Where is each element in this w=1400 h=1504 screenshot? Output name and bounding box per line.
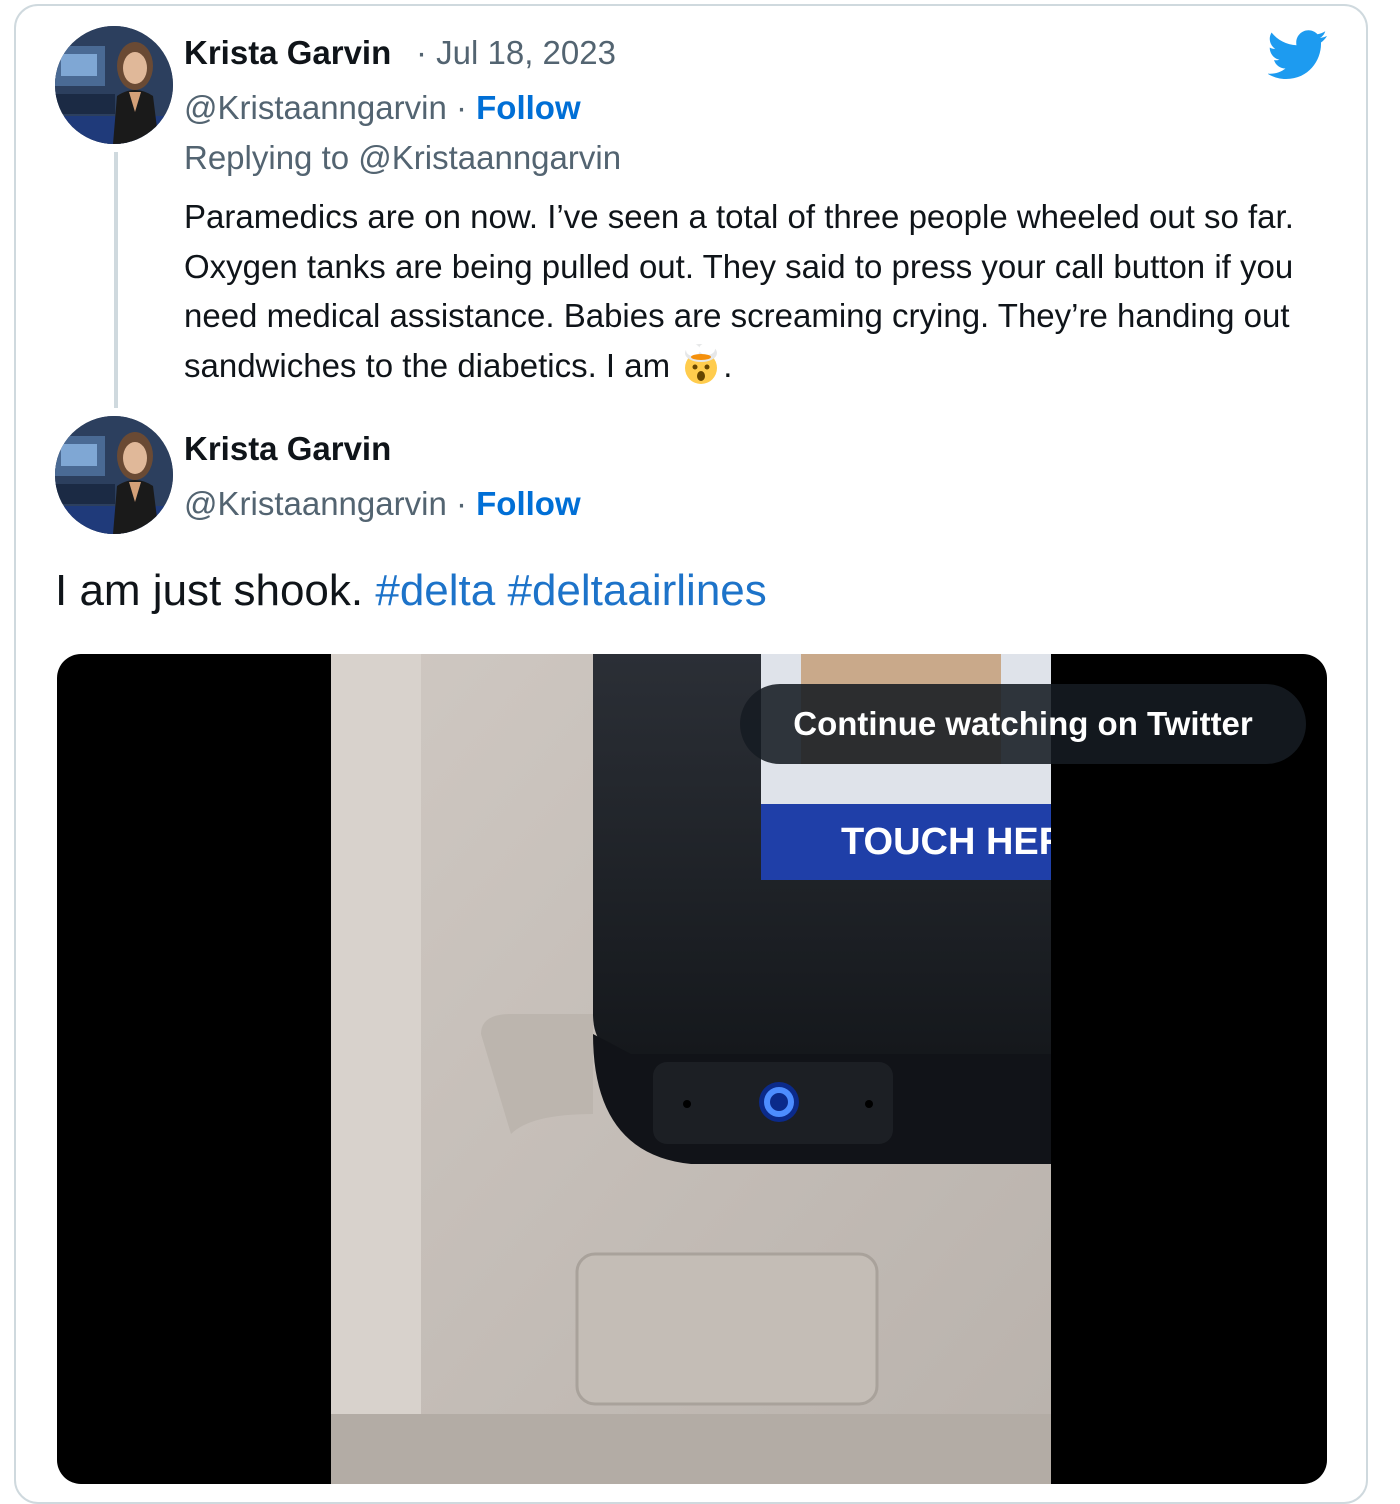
- avatar-photo: [55, 26, 173, 144]
- author-name[interactable]: Krista Garvin: [184, 430, 391, 468]
- avatar[interactable]: [55, 26, 173, 144]
- author-name[interactable]: Krista Garvin: [184, 34, 391, 72]
- hashtag-link[interactable]: #deltaairlines: [507, 566, 766, 615]
- separator-dot: ·: [455, 485, 467, 522]
- avatar-photo: [55, 416, 173, 534]
- tweet-text: Paramedics are on now. I’ve seen a total…: [184, 192, 1334, 390]
- tweet-text: I am just shook. #delta #deltaairlines: [55, 566, 767, 616]
- hashtag-link[interactable]: #delta: [375, 566, 495, 615]
- twitter-bird-icon[interactable]: [1268, 30, 1328, 80]
- author-handle-row: @Kristaanngarvin · Follow: [184, 485, 581, 523]
- author-handle[interactable]: @Kristaanngarvin: [184, 485, 447, 522]
- avatar[interactable]: [55, 416, 173, 534]
- video-player[interactable]: TOUCH HERE T: [57, 654, 1327, 1484]
- tweet-body-end: .: [723, 346, 733, 384]
- tweet-date[interactable]: · Jul 18, 2023: [416, 34, 616, 72]
- thread-connector-line: [114, 152, 118, 408]
- replying-to[interactable]: Replying to @Kristaanngarvin: [184, 139, 621, 177]
- tweet-body: I am just shook.: [55, 566, 376, 615]
- author-handle-row: @Kristaanngarvin · Follow: [184, 89, 581, 127]
- follow-button[interactable]: Follow: [476, 89, 580, 126]
- continue-watching-button[interactable]: Continue watching on Twitter: [740, 684, 1306, 764]
- video-frame: TOUCH HERE T: [331, 654, 1051, 1484]
- exploding-head-emoji: [685, 342, 718, 384]
- screen-text: TOUCH HERE T: [841, 821, 1051, 863]
- separator-dot: ·: [455, 89, 467, 126]
- author-handle[interactable]: @Kristaanngarvin: [184, 89, 447, 126]
- tweet-body: Paramedics are on now. I’ve seen a total…: [184, 198, 1294, 384]
- follow-button[interactable]: Follow: [476, 485, 580, 522]
